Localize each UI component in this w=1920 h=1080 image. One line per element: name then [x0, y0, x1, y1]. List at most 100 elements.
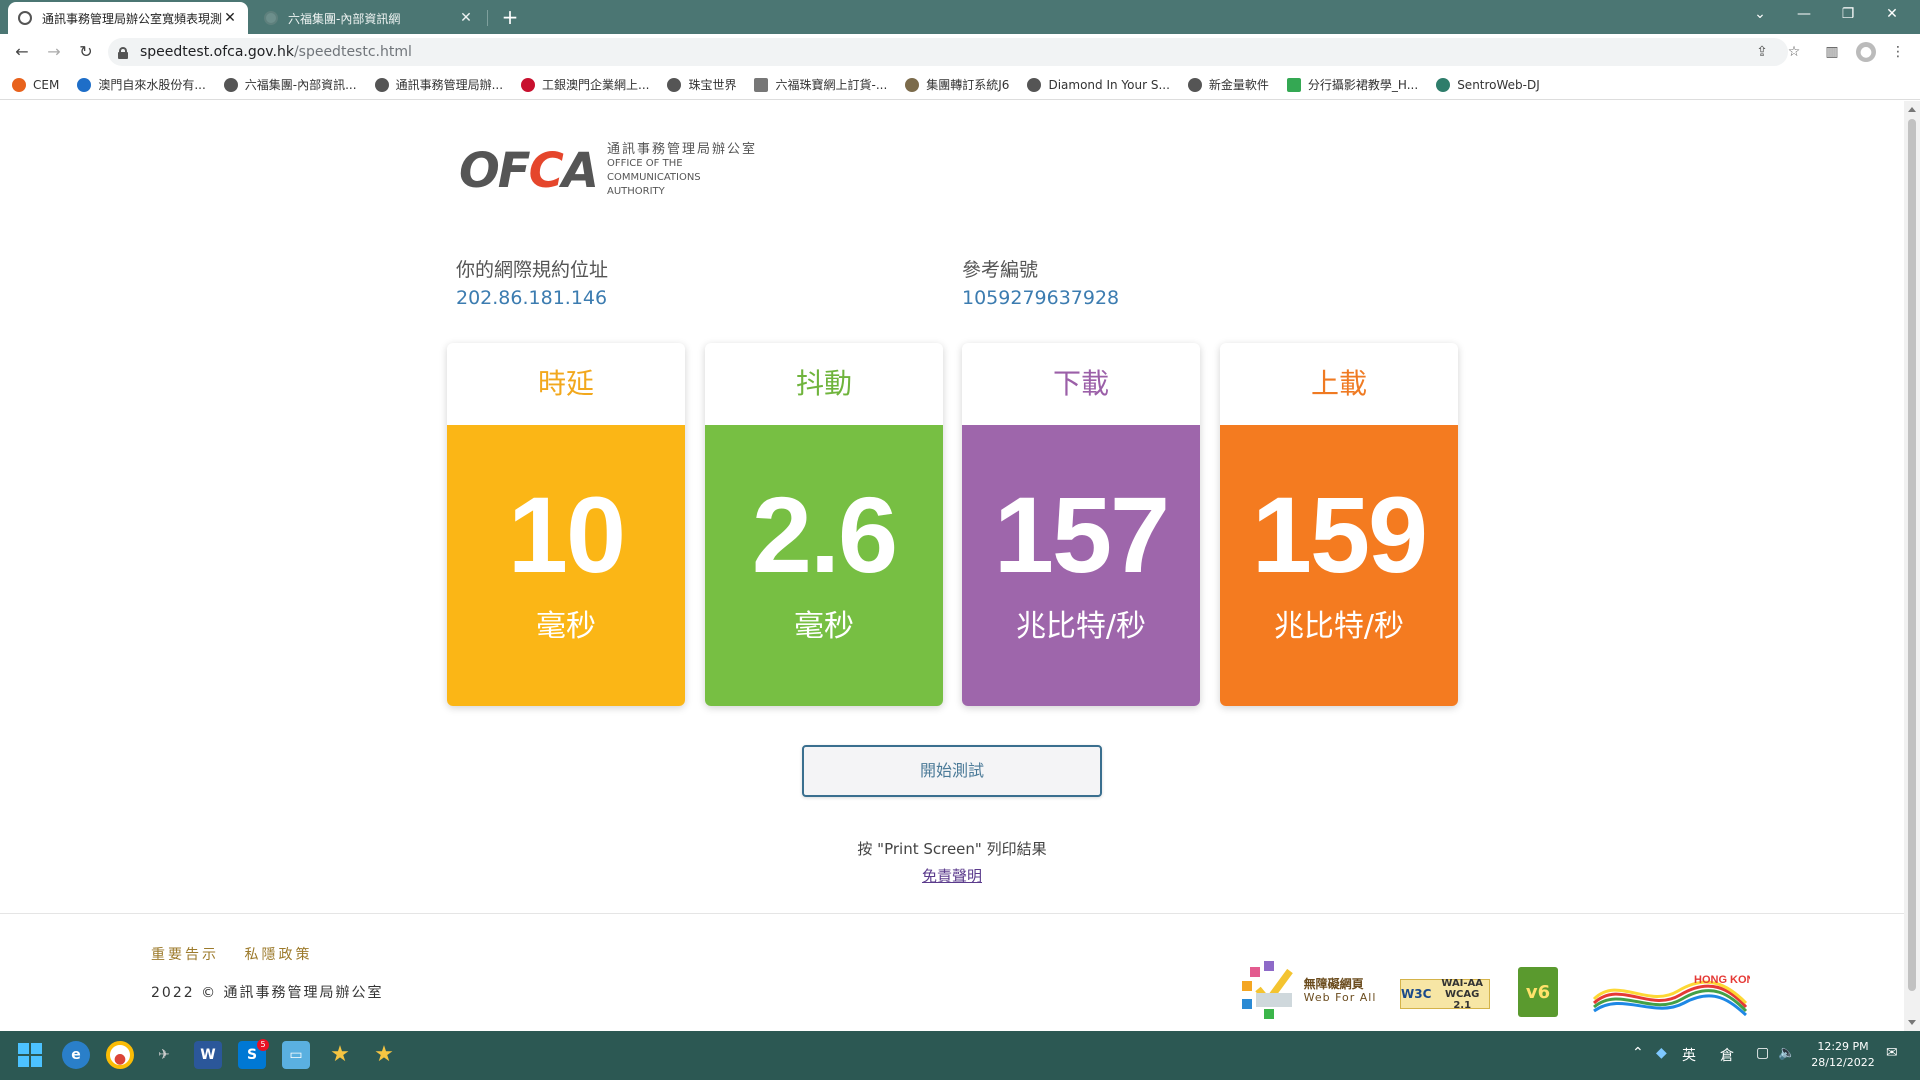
close-icon[interactable]: ✕ [222, 10, 238, 26]
network-icon[interactable]: ▢ [1756, 1045, 1769, 1061]
globe-icon [264, 11, 278, 25]
bookmark-item[interactable]: 工銀澳門企業網上... [521, 76, 649, 93]
bookmark-item[interactable]: Diamond In Your S... [1027, 77, 1170, 92]
privacy-policy-link[interactable]: 私隱政策 [244, 947, 312, 963]
reload-icon[interactable]: ↻ [74, 40, 98, 64]
water-icon [77, 77, 92, 92]
bookmark-item[interactable]: 通訊事務管理局辦... [374, 76, 503, 93]
w3c-icon: W3C [1401, 987, 1432, 1001]
globe-icon [223, 77, 238, 92]
chevron-down-icon[interactable]: ⌄ [1738, 0, 1782, 30]
bookmark-item[interactable]: 澳門自來水股份有... [77, 76, 206, 93]
close-window-button[interactable]: ✕ [1870, 0, 1914, 30]
card-title: 時延 [537, 367, 594, 400]
latency-card: 時延 10 毫秒 [447, 343, 685, 706]
upload-value: 159 [1251, 474, 1428, 595]
disclaimer-link[interactable]: 免責聲明 [922, 867, 982, 885]
scroll-thumb[interactable] [1908, 119, 1916, 991]
remote-desktop-icon[interactable]: ▭ [282, 1041, 310, 1069]
input-method-indicator[interactable]: 倉 [1720, 1045, 1734, 1065]
word-icon[interactable]: W [194, 1041, 222, 1069]
bookmark-item[interactable]: 分行攝影裙教學_H... [1286, 76, 1418, 93]
favorite-star-icon[interactable]: ★ [370, 1041, 398, 1069]
scroll-up-icon[interactable] [1908, 107, 1916, 112]
w3c-wcag-badge[interactable]: W3C WAI-AA WCAG 2.1 [1400, 978, 1490, 1011]
ip-value: 202.86.181.146 [456, 287, 608, 309]
tab-lukfook-intranet[interactable]: 六福集團-內部資訊網 ✕ [254, 2, 484, 34]
bookmark-item[interactable]: 六福珠寶網上訂貨-... [754, 76, 887, 93]
back-arrow-icon[interactable]: ← [10, 40, 34, 64]
footer-divider [0, 913, 1904, 914]
tab-title: 六福集團-內部資訊網 [288, 11, 401, 26]
card-title: 下載 [1052, 367, 1109, 400]
windows-taskbar: e ● ✈ W S 5 ▭ ★ ★ ⌃ ◆ 英 倉 ▢ 🔈 12:29 PM 2… [0, 1031, 1920, 1080]
notification-bell-icon[interactable]: ✉ [1886, 1045, 1898, 1061]
card-body: 157 兆比特/秒 [962, 425, 1200, 706]
card-unit: 兆比特/秒 [1273, 609, 1405, 644]
card-body: 159 兆比特/秒 [1220, 425, 1458, 706]
clock-date: 28/12/2022 [1811, 1056, 1875, 1069]
notification-badge: 5 [257, 1039, 269, 1051]
globe-icon [18, 11, 32, 25]
tab-ofca-speedtest[interactable]: 通訊事務管理局辦公室寬頻表現測 ✕ [8, 2, 248, 34]
lock-icon[interactable] [118, 46, 128, 59]
chrome-browser-icon[interactable]: ● [106, 1041, 134, 1069]
language-indicator[interactable]: 英 [1682, 1045, 1696, 1065]
hong-kong-dragon-icon: HONG KONG [1592, 974, 1750, 1017]
web-for-all-badge[interactable]: 無障礙網頁 Web For All [1238, 959, 1378, 1023]
download-card: 下載 157 兆比特/秒 [962, 343, 1200, 706]
bookmark-item[interactable]: 六福集團-內部資訊... [223, 76, 357, 93]
ime-icon[interactable]: ◆ [1656, 1045, 1667, 1061]
address-bar[interactable]: speedtest.ofca.gov.hk/speedtestc.html [108, 38, 1788, 66]
brand-hong-kong-logo[interactable]: HONG KONG [1590, 969, 1750, 1021]
hong-kong-text: HONG KONG [1694, 974, 1750, 986]
upload-card: 上載 159 兆比特/秒 [1220, 343, 1458, 706]
airplane-icon[interactable]: ✈ [150, 1041, 178, 1069]
gear-icon [905, 77, 920, 92]
ipv6-icon: v6 [1525, 981, 1551, 1003]
favorite-star-icon[interactable]: ★ [326, 1041, 354, 1069]
globe-icon [1027, 77, 1042, 92]
ipv6-badge[interactable]: v6 [1518, 967, 1558, 1017]
browser-tab-strip: 通訊事務管理局辦公室寬頻表現測 ✕ 六福集團-內部資訊網 ✕ + ⌄ — ❐ ✕ [0, 0, 1920, 34]
windows-start-icon[interactable] [18, 1043, 42, 1067]
url-path: /speedtestc.html [293, 44, 412, 60]
sw-icon [1436, 77, 1451, 92]
edge-browser-icon[interactable]: e [62, 1041, 90, 1069]
card-body: 10 毫秒 [447, 425, 685, 706]
web-for-all-icon [1241, 961, 1293, 1019]
reference-value: 1059279637928 [962, 287, 1120, 309]
browser-toolbar: ← → ↻ speedtest.ofca.gov.hk/speedtestc.h… [0, 34, 1920, 70]
start-test-button[interactable]: 開始測試 [802, 745, 1102, 797]
clock-time: 12:29 PM [1817, 1040, 1869, 1053]
volume-icon[interactable]: 🔈 [1778, 1045, 1795, 1061]
scroll-down-icon[interactable] [1908, 1020, 1916, 1025]
share-icon[interactable]: ⇪ [1752, 42, 1772, 62]
drive-icon [1286, 77, 1301, 92]
bookmark-item[interactable]: 珠宝世界 [667, 76, 736, 93]
forward-arrow-icon[interactable]: → [42, 40, 66, 64]
minimize-button[interactable]: — [1782, 0, 1826, 30]
new-tab-button[interactable]: + [498, 4, 522, 30]
important-notice-link[interactable]: 重要告示 [151, 947, 219, 963]
tray-chevron-up-icon[interactable]: ⌃ [1632, 1045, 1644, 1061]
star-icon[interactable]: ☆ [1784, 42, 1804, 62]
ofca-logo-mark: OFCA [459, 143, 599, 199]
download-value: 157 [993, 474, 1170, 595]
card-title: 上載 [1310, 367, 1367, 400]
bookmark-item[interactable]: CEM [12, 77, 59, 92]
page-scrollbar[interactable] [1904, 101, 1920, 1031]
ip-label: 你的網際規約位址 [456, 259, 609, 281]
bookmark-item[interactable]: 新金量軟件 [1187, 76, 1269, 93]
bookmark-item[interactable]: 集團轉訂系統J6 [905, 76, 1009, 93]
tab-divider [487, 10, 488, 26]
bookmark-item[interactable]: SentroWeb-DJ [1436, 77, 1540, 92]
side-panel-icon[interactable]: ▥ [1822, 42, 1842, 62]
globe-icon [667, 77, 682, 92]
system-clock[interactable]: 12:29 PM 28/12/2022 [1808, 1039, 1878, 1071]
menu-kebab-icon[interactable]: ⋮ [1888, 42, 1908, 62]
close-icon[interactable]: ✕ [458, 10, 474, 26]
restore-button[interactable]: ❐ [1826, 0, 1870, 30]
profile-avatar-icon[interactable]: ● [1856, 42, 1876, 62]
lf-icon [754, 77, 769, 92]
